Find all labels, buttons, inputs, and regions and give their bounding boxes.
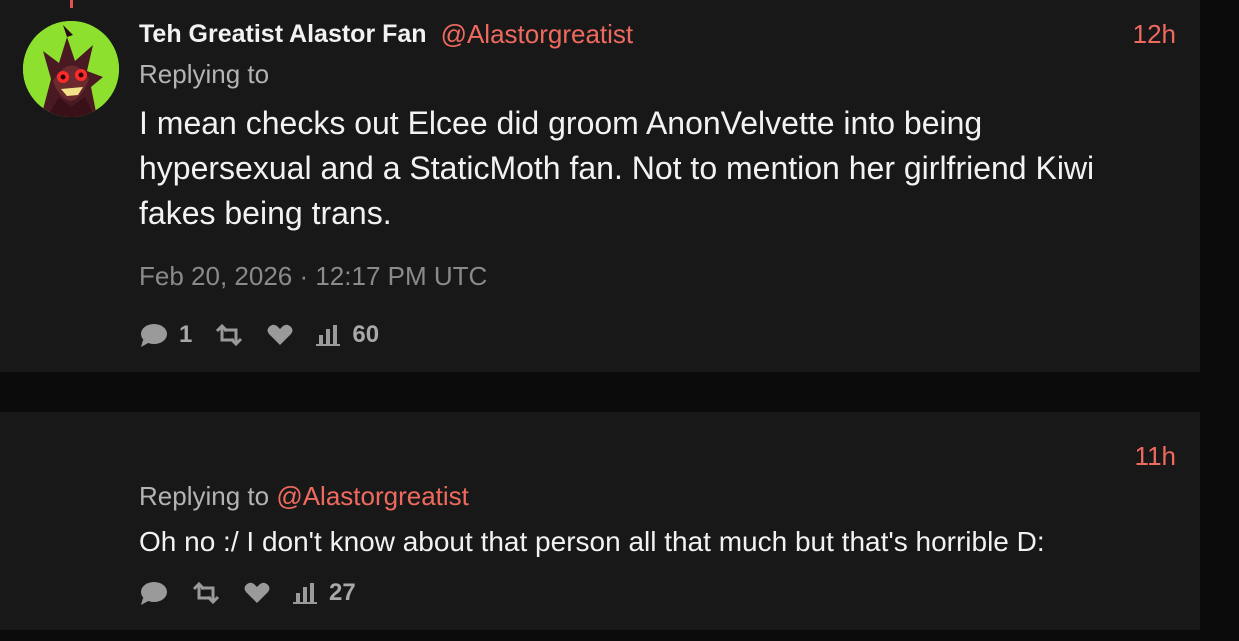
post-actions: 27 [139, 576, 378, 610]
reply-count: 1 [179, 321, 193, 348]
reply-button[interactable] [139, 580, 169, 606]
post-relative-time[interactable]: 12h [1133, 19, 1176, 50]
bar-chart-icon [293, 583, 317, 604]
replying-label: Replying to [139, 481, 270, 511]
replying-to: Replying to @Alastorgreatist [139, 481, 469, 512]
alastor-avatar-icon [23, 21, 119, 117]
replying-to: Replying to [139, 59, 269, 90]
post-divider [0, 372, 1200, 412]
author-display-name[interactable]: Teh Greatist Alastor Fan [139, 20, 427, 49]
avatar[interactable] [23, 21, 119, 117]
author-handle[interactable]: @Alastorgreatist [441, 19, 634, 50]
repost-button[interactable] [191, 581, 221, 605]
like-button[interactable] [266, 323, 294, 347]
views-button[interactable]: 60 [316, 321, 379, 349]
post-full-timestamp[interactable]: Feb 20, 2026 · 12:17 PM UTC [139, 261, 487, 292]
views-button[interactable]: 27 [293, 579, 356, 607]
post-header: Teh Greatist Alastor Fan @Alastorgreatis… [139, 18, 633, 50]
thread-line [70, 0, 73, 8]
reply-button[interactable]: 1 [139, 321, 192, 349]
like-button[interactable] [243, 581, 271, 605]
repost-icon [216, 323, 243, 347]
repost-icon [192, 581, 220, 605]
repost-button[interactable] [214, 323, 244, 347]
view-count: 60 [352, 321, 380, 348]
post-text: I mean checks out Elcee did groom AnonVe… [139, 105, 1095, 231]
post-card[interactable]: 11h Replying to @Alastorgreatist Oh no :… [0, 412, 1200, 630]
post-text: Oh no :/ I don't know about that person … [139, 526, 1045, 557]
comment-icon [141, 324, 167, 347]
replying-label: Replying to [139, 59, 270, 89]
comment-icon [141, 582, 167, 605]
replying-to-handle[interactable]: @Alastorgreatist [276, 481, 469, 511]
bar-chart-icon [316, 325, 341, 346]
right-gutter [1200, 0, 1239, 641]
view-count: 27 [329, 579, 356, 606]
page: Teh Greatist Alastor Fan @Alastorgreatis… [0, 0, 1239, 641]
post-card[interactable]: Teh Greatist Alastor Fan @Alastorgreatis… [0, 0, 1200, 372]
post-relative-time[interactable]: 11h [1135, 441, 1176, 472]
heart-icon [267, 324, 293, 345]
post-actions: 1 60 [139, 318, 401, 352]
heart-icon [244, 582, 270, 603]
